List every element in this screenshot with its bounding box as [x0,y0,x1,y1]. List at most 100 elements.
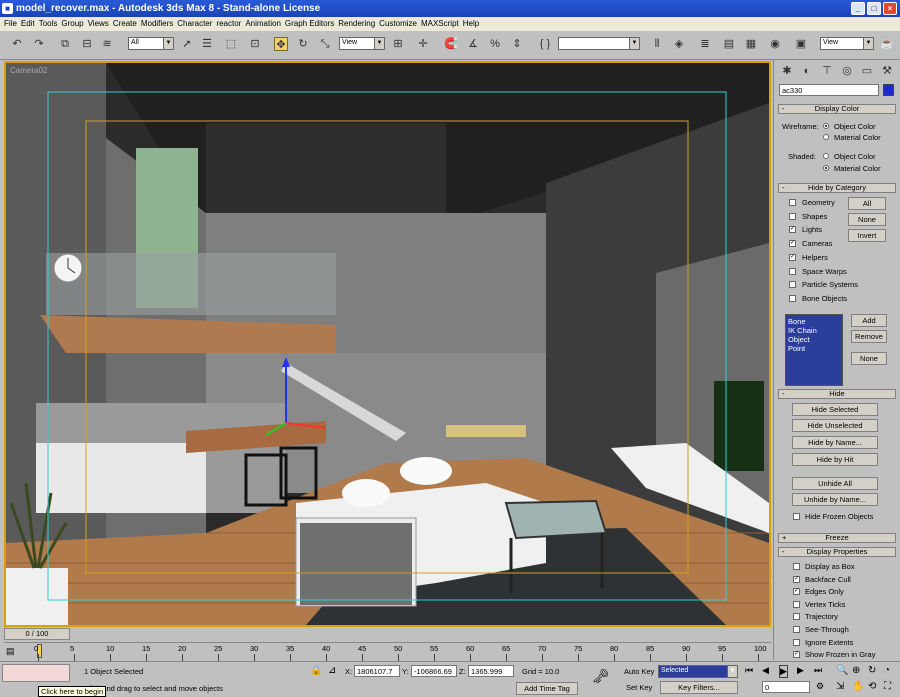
add-time-tag-button[interactable]: Add Time Tag [516,682,578,695]
shaded-object-color-radio[interactable] [823,153,829,159]
y-coord-field[interactable]: -106866.69 [411,665,457,677]
display-ignore-extents-checkbox[interactable] [793,638,800,646]
layer-manager-icon[interactable]: ≣ [698,37,712,51]
align-icon[interactable]: ◈ [672,37,686,51]
bind-spacewarp-icon[interactable]: ≋ [100,37,114,51]
unhide-all-button[interactable]: Unhide All [792,477,878,490]
unhide-by-name-button[interactable]: Unhide by Name... [792,493,878,506]
list-item[interactable]: Point [788,344,840,353]
hide-selected-button[interactable]: Hide Selected [792,403,878,416]
category-lights-checkbox[interactable]: ✓ [789,226,796,234]
display-see-through-checkbox[interactable] [793,626,800,633]
category-list-none-button[interactable]: None [851,352,887,365]
object-name-field[interactable]: ac330 [779,84,879,96]
key-mode-dropdown[interactable]: Selected ▼ [658,665,738,678]
rect-selection-icon[interactable]: ⬚ [224,37,238,51]
schematic-view-icon[interactable]: ▦ [744,37,758,51]
display-backface-cull-checkbox[interactable]: ✓ [793,575,800,583]
snap-toggle-icon[interactable]: 🧲 [444,37,458,51]
angle-snap-icon[interactable]: ∡ [466,37,480,51]
hide-by-name-button[interactable]: Hide by Name... [792,436,878,449]
select-move-icon[interactable]: ✥ [274,37,288,51]
menu-modifiers[interactable]: Modifiers [141,17,177,31]
zoom-icon[interactable]: 🔍 [836,665,848,676]
render-scene-icon[interactable]: ▣ [794,37,808,51]
x-coord-field[interactable]: 1806107.7 [354,665,400,677]
rollout-hide[interactable]: - Hide [778,389,896,399]
set-key-label[interactable]: Set Key [626,683,652,692]
rollout-freeze[interactable]: + Freeze [778,533,896,543]
display-display-as-box-checkbox[interactable] [793,563,800,570]
menu-edit[interactable]: Edit [21,17,39,31]
unlink-icon[interactable]: ⊟ [80,37,94,51]
time-config-icon[interactable]: ⚙ [816,681,824,692]
track-bar[interactable]: ▤ 0 5 10 15 20 25 30 35 40 45 50 55 60 65 70 75 80 85 90 95… [4,642,771,661]
render-view-dropdown[interactable]: View ▼ [820,37,874,50]
material-editor-icon[interactable]: ◉ [768,37,782,51]
object-color-swatch[interactable] [883,84,894,96]
orbit-icon[interactable]: ↻ [868,665,876,676]
select-manipulate-icon[interactable]: ✛ [416,37,430,51]
display-vertex-ticks-checkbox[interactable] [793,600,800,608]
category-bone-objects-checkbox[interactable] [789,294,796,302]
go-to-start-icon[interactable]: ⏮ [745,665,753,676]
play-icon[interactable]: ▶ [779,665,788,678]
lock-selection-icon[interactable]: 🔒 [310,665,322,676]
hierarchy-tab-icon[interactable]: ⊤ [820,64,834,78]
maximize-button[interactable]: □ [867,2,881,15]
viewport-label[interactable]: Camera02 [10,66,47,75]
menu-help[interactable]: Help [463,17,483,31]
category-invert-button[interactable]: Invert [848,229,886,242]
current-frame-field[interactable]: 0 [762,681,810,693]
menu-maxscript[interactable]: MAXScript [421,17,463,31]
pan-icon[interactable]: ✋ [852,681,864,692]
mirror-icon[interactable]: ⫴ [650,37,664,51]
time-slider-track[interactable] [0,627,773,643]
select-object-icon[interactable]: ➚ [180,37,194,51]
redo-icon[interactable]: ↷ [32,37,46,51]
rollout-hide-by-category[interactable]: - Hide by Category [778,183,896,193]
menu-rendering[interactable]: Rendering [338,17,379,31]
rollout-display-properties[interactable]: - Display Properties [778,547,896,557]
rollout-display-color[interactable]: - Display Color [778,104,896,114]
select-scale-icon[interactable]: ⤡ [318,37,332,51]
pivot-center-icon[interactable]: ⊞ [391,37,405,51]
go-to-end-icon[interactable]: ⏭ [814,665,822,676]
hide-frozen-checkbox[interactable] [793,513,800,520]
previous-frame-icon[interactable]: ◀ [762,665,769,676]
transform-mode-icon[interactable]: ⊿ [328,665,336,676]
select-by-name-icon[interactable]: ☰ [200,37,214,51]
display-tab-icon[interactable]: ▭ [860,64,874,78]
select-link-icon[interactable]: ⧉ [58,37,72,51]
display-edges-only-checkbox[interactable]: ✓ [793,588,800,596]
maxscript-listener[interactable] [2,664,70,682]
category-helpers-checkbox[interactable]: ✓ [789,253,796,261]
menu-group[interactable]: Group [61,17,87,31]
quick-render-icon[interactable]: ☕ [880,37,894,51]
roll-icon[interactable]: ⟲ [868,681,876,692]
display-show-frozen-in-gray-checkbox[interactable]: ✓ [793,651,800,659]
app-icon[interactable]: ■ [2,3,13,14]
key-icon[interactable]: 🗝 [592,668,610,685]
hide-by-hit-button[interactable]: Hide by Hit [792,453,878,466]
percent-snap-icon[interactable]: % [488,37,502,51]
menu-tools[interactable]: Tools [39,17,62,31]
maximize-viewport-icon[interactable]: ⛶ [884,681,891,692]
selection-filter-dropdown[interactable]: All ▼ [128,37,174,50]
undo-icon[interactable]: ↶ [10,37,24,51]
time-slider[interactable]: 0 / 100 [4,628,70,640]
category-geometry-checkbox[interactable] [789,199,796,206]
close-button[interactable]: × [883,2,897,15]
category-cameras-checkbox[interactable]: ✓ [789,240,796,248]
named-selection-icon[interactable]: { } [538,37,552,51]
category-particle-systems-checkbox[interactable] [789,281,796,289]
wireframe-material-color-radio[interactable] [823,134,829,140]
ref-coord-dropdown[interactable]: View ▼ [339,37,385,50]
dolly-icon[interactable]: ⇲ [836,681,844,692]
wireframe-object-color-radio[interactable] [823,123,829,129]
category-shapes-checkbox[interactable] [789,212,796,220]
shaded-material-color-radio[interactable] [823,165,829,171]
category-all-button[interactable]: All [848,197,886,210]
menu-file[interactable]: File [4,17,21,31]
utilities-tab-icon[interactable]: ⚒ [880,64,894,78]
